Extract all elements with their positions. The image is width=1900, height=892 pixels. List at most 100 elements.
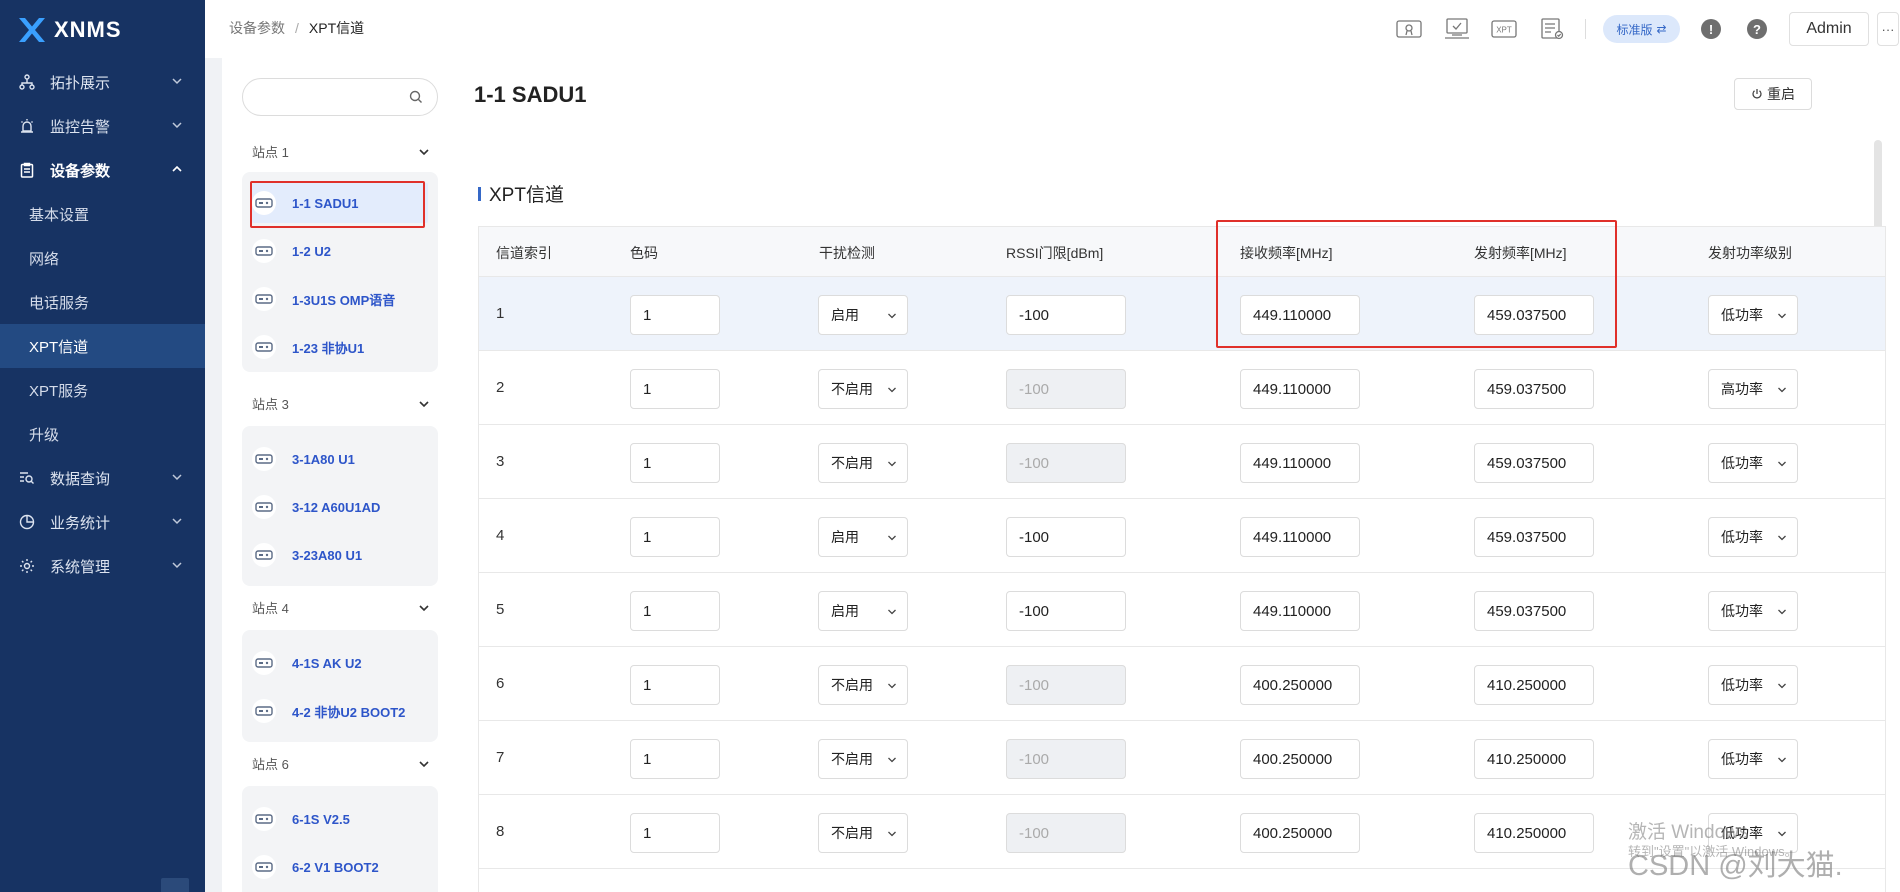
tx-frequency-input[interactable]: 459.037500 [1474, 443, 1594, 483]
channel-index: 6 [496, 675, 505, 692]
tree-device[interactable]: 3-23A80 U1 [252, 540, 362, 570]
channel-index: 5 [496, 601, 505, 618]
nav-sub-xpt-channel[interactable]: XPT信道 [0, 324, 205, 368]
search-input[interactable] [257, 79, 407, 115]
tree-device[interactable]: 6-1S V2.5 [252, 804, 350, 834]
rssi-threshold-input[interactable]: -100 [1006, 295, 1126, 335]
rx-frequency-input[interactable]: 400.250000 [1240, 665, 1360, 705]
color-code-input[interactable]: 1 [630, 295, 720, 335]
tree-device[interactable]: 1-23 非协U1 [252, 332, 364, 362]
tree-device[interactable]: 1-1 SADU1 [252, 188, 358, 218]
chevron-down-icon [1778, 535, 1786, 541]
interference-detect-select[interactable]: 不启用 [818, 739, 908, 779]
interference-detect-select[interactable]: 不启用 [818, 813, 908, 853]
color-code-input[interactable]: 1 [630, 813, 720, 853]
tx-frequency-input[interactable]: 459.037500 [1474, 295, 1594, 335]
user-name: Admin [1806, 20, 1852, 37]
tx-frequency-input[interactable]: 459.037500 [1474, 369, 1594, 409]
rx-frequency-input[interactable]: 449.110000 [1240, 295, 1360, 335]
nav-item-topology[interactable]: 拓扑展示 [0, 60, 205, 104]
rssi-threshold-input[interactable]: -100 [1006, 591, 1126, 631]
group-header[interactable]: 站点 6 [252, 754, 430, 773]
tx-power-select[interactable]: 低功率 [1708, 739, 1798, 779]
device-label: 1-2 U2 [292, 243, 332, 259]
nav-item-data-query[interactable]: 数据查询 [0, 456, 205, 500]
alert-icon[interactable]: ! [1701, 19, 1721, 39]
tx-frequency-input[interactable]: 410.250000 [1474, 665, 1594, 705]
interference-detect-select[interactable]: 不启用 [818, 665, 908, 705]
tree-device[interactable]: 1-2 U2 [252, 236, 331, 266]
channel-index: 3 [496, 453, 505, 470]
nav-sub-xpt-service[interactable]: XPT服务 [0, 368, 205, 412]
rx-frequency-input[interactable]: 449.110000 [1240, 517, 1360, 557]
tx-power-select[interactable]: 低功率 [1708, 443, 1798, 483]
nav-sub-basic[interactable]: 基本设置 [0, 192, 205, 236]
tx-frequency-input[interactable]: 410.250000 [1474, 739, 1594, 779]
chevron-down-icon [888, 387, 896, 393]
color-code-input[interactable]: 1 [630, 665, 720, 705]
chevron-down-icon [888, 461, 896, 467]
nav-item-alarm[interactable]: 监控告警 [0, 104, 205, 148]
tx-power-select[interactable]: 高功率 [1708, 369, 1798, 409]
rssi-threshold-input[interactable]: -100 [1006, 517, 1126, 557]
nav-item-device-params[interactable]: 设备参数 [0, 148, 205, 192]
column-header: 干扰检测 [819, 245, 875, 261]
tx-power-select[interactable]: 低功率 [1708, 665, 1798, 705]
color-code-input[interactable]: 1 [630, 591, 720, 631]
color-code-input[interactable]: 1 [630, 443, 720, 483]
rx-frequency-input[interactable]: 449.110000 [1240, 369, 1360, 409]
user-menu-button[interactable]: Admin [1789, 12, 1869, 46]
rx-frequency-input[interactable]: 400.250000 [1240, 739, 1360, 779]
interference-detect-select[interactable]: 不启用 [818, 443, 908, 483]
restart-label: 重启 [1767, 86, 1795, 102]
channel-index: 2 [496, 379, 505, 396]
restart-button[interactable]: 重启 [1734, 78, 1812, 110]
color-code-input[interactable]: 1 [630, 369, 720, 409]
group-header[interactable]: 站点 1 [252, 142, 430, 161]
interference-detect-select[interactable]: 不启用 [818, 369, 908, 409]
nav-sub-network[interactable]: 网络 [0, 236, 205, 280]
select-value: 不启用 [831, 825, 873, 841]
gear-icon [18, 557, 36, 575]
nav-sub-upgrade[interactable]: 升级 [0, 412, 205, 456]
rx-frequency-input[interactable]: 449.110000 [1240, 443, 1360, 483]
tx-power-select[interactable]: 低功率 [1708, 813, 1798, 853]
group-header[interactable]: 站点 3 [252, 394, 430, 413]
color-code-input[interactable]: 1 [630, 517, 720, 557]
tx-frequency-input[interactable]: 410.250000 [1474, 813, 1594, 853]
rx-frequency-input[interactable]: 449.110000 [1240, 591, 1360, 631]
tx-frequency-input[interactable]: 459.037500 [1474, 517, 1594, 557]
edition-badge[interactable]: 标准版 ⇄ [1603, 15, 1680, 43]
monitor-check-icon[interactable] [1443, 16, 1471, 42]
tree-device[interactable]: 4-1S AK U2 [252, 648, 362, 678]
interference-detect-select[interactable]: 启用 [818, 591, 908, 631]
table-row: 2 1 不启用 -100 449.110000 459.037500 高功率 [479, 351, 1885, 425]
chevron-down-icon [888, 313, 896, 319]
nav-item-statistics[interactable]: 业务统计 [0, 500, 205, 544]
nav-sub-phone[interactable]: 电话服务 [0, 280, 205, 324]
xpt-icon[interactable]: XPT [1490, 16, 1518, 42]
sidebar-collapse-button[interactable] [161, 878, 189, 892]
tree-device[interactable]: 6-2 V1 BOOT2 [252, 852, 379, 882]
breadcrumb-parent[interactable]: 设备参数 [229, 20, 285, 36]
report-icon[interactable] [1538, 16, 1566, 42]
interference-detect-select[interactable]: 启用 [818, 517, 908, 557]
tx-power-select[interactable]: 低功率 [1708, 517, 1798, 557]
chevron-down-icon [172, 122, 182, 129]
tree-device[interactable]: 1-3U1S OMP语音 [252, 284, 395, 314]
nav-item-system[interactable]: 系统管理 [0, 544, 205, 588]
help-icon[interactable]: ? [1747, 19, 1767, 39]
tree-search[interactable] [242, 78, 438, 116]
rx-frequency-input[interactable]: 400.250000 [1240, 813, 1360, 853]
tx-power-select[interactable]: 低功率 [1708, 295, 1798, 335]
license-icon[interactable] [1395, 16, 1423, 42]
tx-frequency-input[interactable]: 459.037500 [1474, 591, 1594, 631]
tree-device[interactable]: 3-12 A60U1AD [252, 492, 380, 522]
tx-power-select[interactable]: 低功率 [1708, 591, 1798, 631]
interference-detect-select[interactable]: 启用 [818, 295, 908, 335]
tree-device[interactable]: 4-2 非协U2 BOOT2 [252, 696, 405, 726]
group-header[interactable]: 站点 4 [252, 598, 430, 617]
color-code-input[interactable]: 1 [630, 739, 720, 779]
more-button[interactable]: ··· [1877, 12, 1899, 46]
tree-device[interactable]: 3-1A80 U1 [252, 444, 355, 474]
